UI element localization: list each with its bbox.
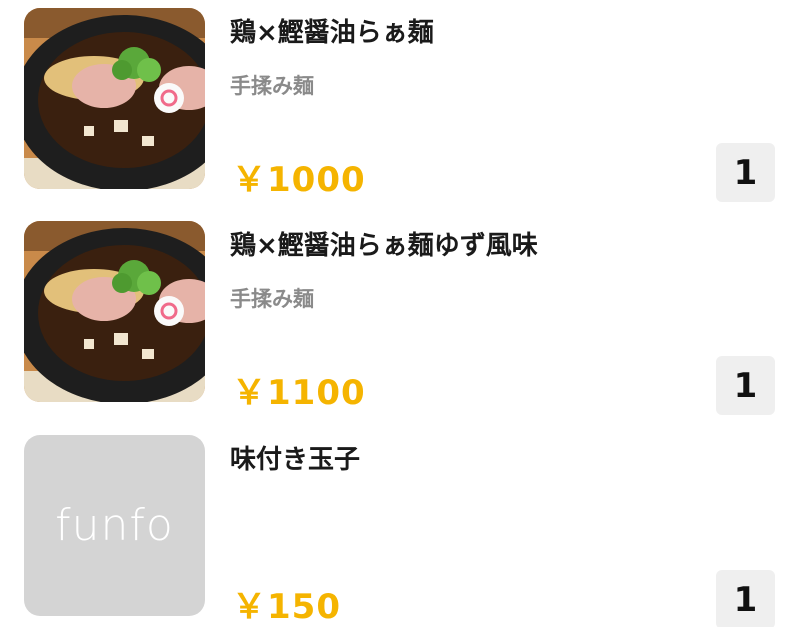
item-price: ￥1100	[232, 373, 366, 413]
list-item[interactable]: 鶏×鰹醤油らぁ麺ゆず風味 手揉み麺 ￥1100 1	[0, 213, 800, 426]
placeholder-image: funfo	[24, 435, 205, 616]
order-item-list: 鶏×鰹醤油らぁ麺 手揉み麺 ￥1000 1 鶏×鰹醤油らぁ麺ゆず風味 手揉み麺 …	[0, 0, 800, 627]
item-option: 手揉み麺	[230, 287, 314, 311]
item-name: 鶏×鰹醤油らぁ麺ゆず風味	[230, 231, 538, 261]
item-name: 鶏×鰹醤油らぁ麺	[230, 18, 434, 48]
quantity-badge[interactable]: 1	[716, 356, 775, 415]
item-price: ￥1000	[232, 160, 366, 200]
ramen-photo	[24, 8, 205, 189]
quantity-badge[interactable]: 1	[716, 143, 775, 202]
item-option: 手揉み麺	[230, 74, 314, 98]
quantity-badge[interactable]: 1	[716, 570, 775, 627]
item-name: 味付き玉子	[230, 445, 361, 475]
ramen-photo	[24, 221, 205, 402]
list-item[interactable]: funfo 味付き玉子 ￥150 1	[0, 427, 800, 627]
funfo-logo: funfo	[55, 500, 174, 551]
list-item[interactable]: 鶏×鰹醤油らぁ麺 手揉み麺 ￥1000 1	[0, 0, 800, 213]
item-price: ￥150	[232, 587, 341, 627]
